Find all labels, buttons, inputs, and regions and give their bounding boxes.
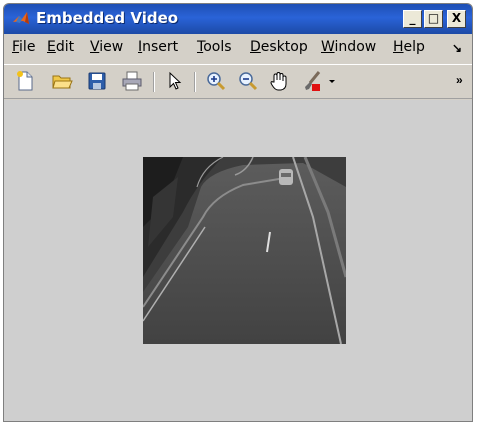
menu-window[interactable]: Window	[321, 39, 376, 55]
menu-insert[interactable]: Insert	[138, 39, 178, 55]
pointer-arrow-icon[interactable]	[164, 70, 186, 92]
menu-overflow-icon[interactable]: ↘	[452, 41, 462, 55]
new-file-icon[interactable]	[14, 70, 36, 92]
menu-file[interactable]: File	[12, 39, 35, 55]
menu-tools[interactable]: Tools	[197, 39, 232, 55]
zoom-out-icon[interactable]	[237, 70, 259, 92]
dropdown-arrow-icon[interactable]	[325, 70, 339, 92]
menu-bar: File Edit View Insert Tools Desktop Wind…	[4, 35, 472, 61]
figure-window: Embedded Video _ □ X File Edit View Inse…	[3, 3, 473, 422]
toolbar-separator	[153, 72, 155, 92]
video-frame[interactable]	[143, 157, 346, 344]
menu-view[interactable]: View	[90, 39, 123, 55]
matlab-logo-icon	[13, 12, 29, 24]
maximize-button[interactable]: □	[424, 10, 443, 28]
menu-edit[interactable]: Edit	[47, 39, 74, 55]
close-button[interactable]: X	[447, 10, 466, 28]
figure-canvas	[4, 100, 472, 421]
window-title: Embedded Video	[36, 9, 179, 27]
minimize-button[interactable]: _	[403, 10, 422, 28]
toolbar-separator	[194, 72, 196, 92]
open-folder-icon[interactable]	[51, 70, 73, 92]
title-bar[interactable]: Embedded Video _ □ X	[4, 4, 472, 34]
figure-toolbar: »	[4, 64, 472, 99]
toolbar-overflow-icon[interactable]: »	[456, 73, 463, 87]
menu-help[interactable]: Help	[393, 39, 425, 55]
pan-hand-icon[interactable]	[268, 70, 290, 92]
save-icon[interactable]	[86, 70, 108, 92]
print-icon[interactable]	[121, 70, 143, 92]
zoom-in-icon[interactable]	[205, 70, 227, 92]
menu-desktop[interactable]: Desktop	[250, 39, 308, 55]
brush-icon[interactable]	[301, 70, 323, 92]
